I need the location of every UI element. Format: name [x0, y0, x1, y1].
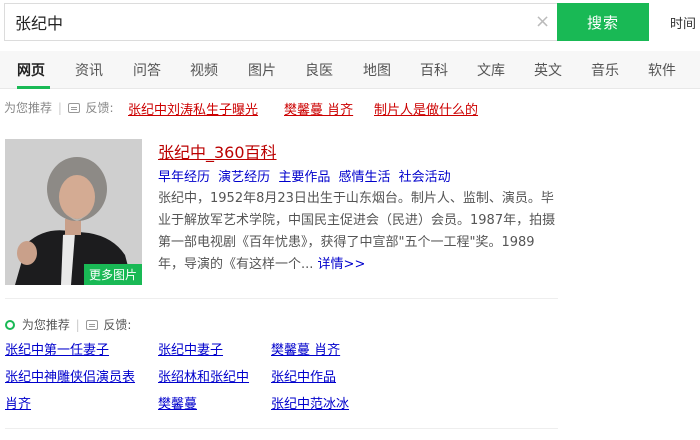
result-description: 张纪中，1952年8月23日出生于山东烟台。制片人、监制、演员。毕业于解放军艺术…	[158, 188, 558, 276]
tab-software[interactable]: 软件	[648, 60, 676, 80]
details-link[interactable]: 详情>>	[318, 257, 366, 272]
recommend-prefix: 为您推荐	[4, 101, 53, 115]
tab-video[interactable]: 视频	[190, 60, 218, 80]
related-link[interactable]: 樊馨蔓	[158, 393, 197, 412]
tab-english[interactable]: 英文	[534, 60, 562, 80]
recommend-link-1[interactable]: 张纪中刘涛私生子曝光	[128, 99, 258, 118]
search-box: ×	[4, 3, 557, 41]
related-link[interactable]: 肖齐	[5, 393, 31, 412]
search-icon	[5, 320, 15, 330]
related-prefix: 为您推荐	[21, 318, 70, 332]
more-images-badge[interactable]: 更多图片	[83, 264, 142, 285]
related-header: 为您推荐 | 反馈:	[5, 316, 131, 333]
active-tab-indicator	[17, 86, 50, 89]
feedback-link[interactable]: 反馈:	[86, 101, 114, 115]
section-link-works[interactable]: 主要作品	[278, 170, 330, 185]
tab-web[interactable]: 网页	[17, 60, 45, 80]
category-tabs: 网页 资讯 问答 视频 图片 良医 地图 百科 文库 英文 音乐 软件	[0, 51, 700, 89]
related-link[interactable]: 张纪中作品	[271, 366, 336, 385]
related-link[interactable]: 张纪中第一任妻子	[5, 339, 109, 358]
section-link-personal-life[interactable]: 感情生活	[338, 170, 390, 185]
feedback-icon[interactable]	[85, 320, 98, 330]
feedback-icon[interactable]	[67, 103, 80, 113]
tab-images[interactable]: 图片	[248, 60, 276, 80]
divider	[5, 428, 558, 429]
search-button[interactable]: 搜索	[557, 3, 649, 41]
tab-music[interactable]: 音乐	[591, 60, 619, 80]
search-bar: × 搜索 时间	[0, 0, 700, 44]
related-link[interactable]: 张绍林和张纪中	[158, 366, 249, 385]
clear-icon[interactable]: ×	[535, 11, 550, 32]
section-links: 早年经历 演艺经历 主要作品 感情生活 社会活动	[158, 166, 455, 185]
recommend-link-3[interactable]: 制片人是做什么的	[374, 99, 478, 118]
tab-qa[interactable]: 问答	[133, 60, 161, 80]
tab-baike[interactable]: 百科	[420, 60, 448, 80]
related-link[interactable]: 张纪中神雕侠侣演员表	[5, 366, 135, 385]
section-link-social[interactable]: 社会活动	[399, 170, 451, 185]
tab-health[interactable]: 良医	[305, 60, 333, 80]
tab-library[interactable]: 文库	[477, 60, 505, 80]
search-input[interactable]	[15, 12, 515, 31]
person-photo[interactable]: 更多图片	[5, 139, 142, 285]
tab-map[interactable]: 地图	[363, 60, 391, 80]
recommend-link-2[interactable]: 樊馨蔓 肖齐	[284, 99, 353, 118]
section-link-career[interactable]: 演艺经历	[218, 170, 270, 185]
section-link-early-life[interactable]: 早年经历	[158, 170, 210, 185]
related-link[interactable]: 张纪中范冰冰	[271, 393, 349, 412]
related-link[interactable]: 樊馨蔓 肖齐	[271, 339, 340, 358]
time-filter[interactable]: 时间	[670, 13, 696, 32]
separator: |	[75, 318, 80, 332]
related-link[interactable]: 张纪中妻子	[158, 339, 223, 358]
recommend-bar: 为您推荐 | 反馈:	[4, 99, 114, 116]
divider	[5, 298, 558, 299]
separator: |	[57, 101, 62, 115]
result-title-link[interactable]: 张纪中_360百科	[158, 139, 277, 163]
feedback-link[interactable]: 反馈:	[103, 318, 131, 332]
tab-news[interactable]: 资讯	[75, 60, 103, 80]
